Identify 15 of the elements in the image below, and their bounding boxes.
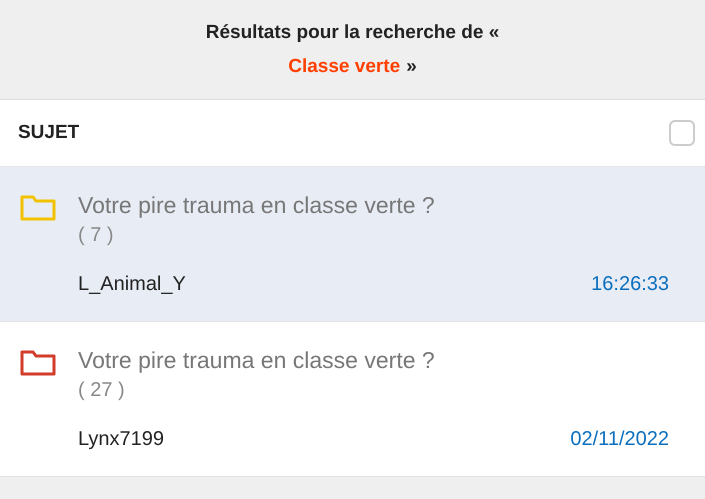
topic-title: Votre pire trauma en classe verte ? bbox=[78, 346, 436, 375]
reply-count: ( 27 ) bbox=[78, 378, 126, 403]
topic-row[interactable]: Votre pire trauma en classe verte ? ( 7 ) L_Animal_Y 16:26:33 bbox=[0, 167, 705, 322]
topic-row[interactable]: Votre pire trauma en classe verte ? ( 27 ) Lynx7199 02/11/2022 bbox=[0, 322, 705, 477]
topic-title: Votre pire trauma en classe verte ? bbox=[78, 191, 436, 220]
search-query: Classe verte bbox=[288, 54, 400, 78]
post-date: 16:26:33 bbox=[591, 272, 669, 297]
reply-count: ( 7 ) bbox=[78, 223, 115, 248]
select-all-checkbox[interactable] bbox=[669, 120, 695, 146]
column-header: SUJET bbox=[18, 120, 80, 145]
author-name: L_Animal_Y bbox=[78, 272, 186, 297]
results-heading: Résultats pour la recherche de « bbox=[206, 20, 500, 44]
post-date: 02/11/2022 bbox=[570, 427, 669, 452]
author-name: Lynx7199 bbox=[78, 427, 164, 452]
closing-quote: » bbox=[406, 54, 417, 78]
